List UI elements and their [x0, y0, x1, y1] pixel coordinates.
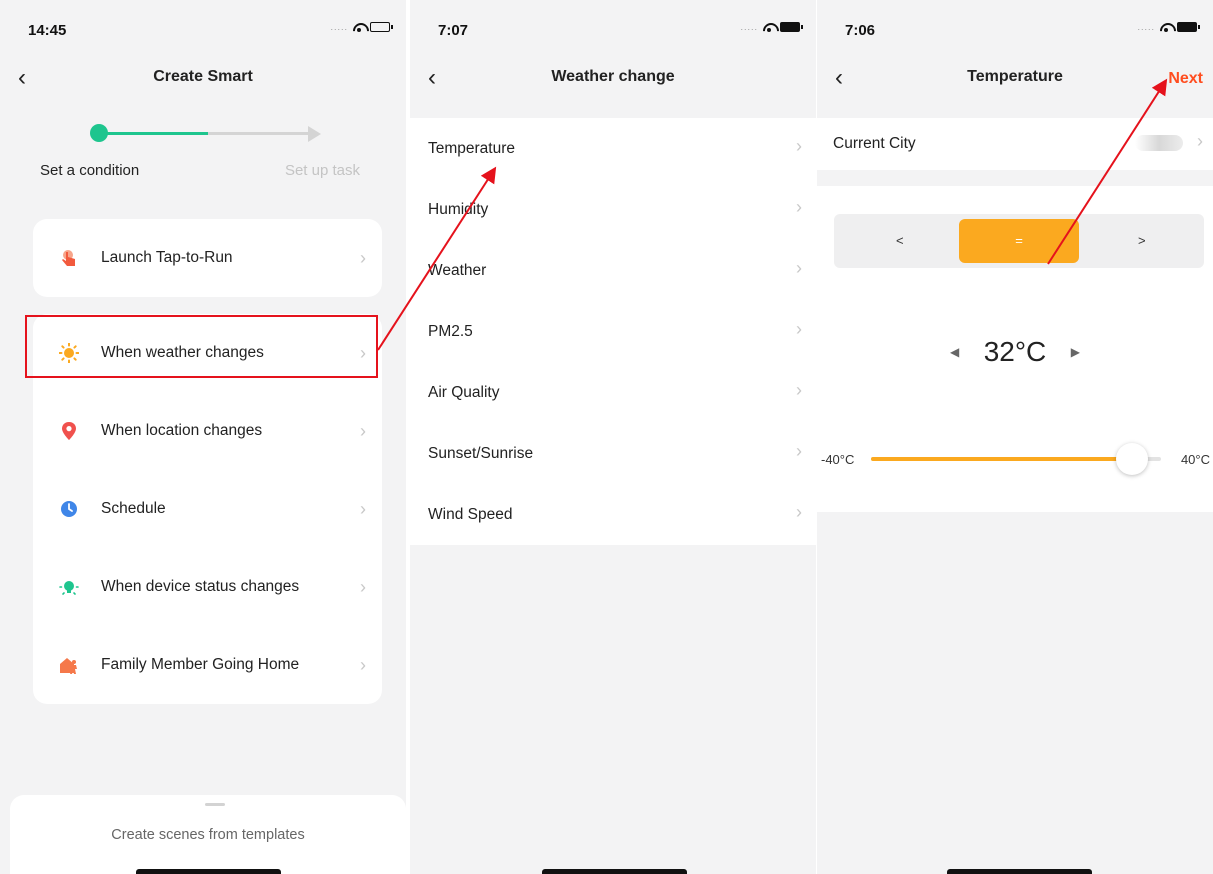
templates-label: Create scenes from templates [111, 827, 305, 843]
home-indicator [542, 869, 687, 874]
chevron-right-icon: › [796, 441, 802, 461]
page-title: Temperature [967, 68, 1063, 85]
chevron-right-icon: › [796, 136, 802, 156]
list-item-humidity[interactable]: Humidity › [410, 179, 816, 240]
list-item-wind-speed[interactable]: Wind Speed › [410, 484, 816, 545]
weather-change-screen: 7:07 ..... ‹ Weather change Temperature … [410, 0, 816, 874]
slider-max-label: 40°C [1180, 452, 1210, 467]
page-title: Create Smart [153, 68, 253, 85]
chevron-right-icon: › [360, 420, 366, 441]
page-title: Weather change [551, 68, 675, 85]
list-item-label: Temperature [428, 140, 516, 157]
status-time: 7:07 [438, 22, 469, 39]
status-bar: 7:07 ..... [410, 0, 816, 60]
step-label-condition: Set a condition [40, 162, 140, 179]
tap-to-run-card: Launch Tap-to-Run › [33, 219, 382, 297]
launch-tap-to-run-item[interactable]: Launch Tap-to-Run › [33, 219, 382, 297]
nav-bar: ‹ Weather change [410, 58, 816, 100]
chevron-right-icon: › [360, 654, 366, 675]
clock-icon [61, 501, 77, 517]
temperature-screen: 7:06 ..... ‹ Temperature Next Current Ci… [817, 0, 1213, 874]
current-city-row[interactable]: Current City › [817, 118, 1213, 170]
battery-icon [370, 22, 393, 32]
decrease-arrow-icon[interactable]: ◀ [950, 345, 959, 359]
status-bar: 14:45 ..... [0, 0, 406, 60]
wifi-icon [763, 23, 775, 32]
create-smart-screen: 14:45 ..... ‹ Create Smart Set a conditi… [0, 0, 406, 874]
nav-bar: ‹ Create Smart [0, 58, 406, 100]
stepper: Set a condition Set up task [28, 118, 368, 188]
nav-bar: ‹ Temperature Next [817, 58, 1213, 100]
condition-location[interactable]: When location changes › [33, 392, 382, 470]
temperature-picker: ◀ 32°C ▶ [817, 336, 1213, 368]
weather-condition-list: Temperature › Humidity › Weather › PM2.5… [410, 118, 816, 545]
device-bulb-icon [59, 581, 79, 595]
step-label-task: Set up task [284, 162, 360, 179]
temperature-panel: < = > ◀ 32°C ▶ -40°C 40°C [817, 186, 1213, 512]
chevron-right-icon: › [796, 197, 802, 217]
home-indicator [136, 869, 281, 874]
home-indicator [947, 869, 1092, 874]
hand-tap-icon [62, 250, 75, 266]
battery-icon [1177, 22, 1200, 32]
list-item-label: Air Quality [428, 384, 500, 401]
location-pin-icon [62, 422, 76, 440]
list-item-label: Family Member Going Home [101, 656, 300, 673]
condition-schedule[interactable]: Schedule › [33, 470, 382, 548]
status-bar: 7:06 ..... [817, 0, 1213, 60]
list-item-label: Wind Speed [428, 506, 513, 523]
chevron-right-icon: › [796, 258, 802, 278]
list-item-label: When device status changes [101, 578, 300, 595]
status-time: 14:45 [28, 22, 67, 39]
list-item-label: When location changes [101, 422, 263, 439]
list-item-air-quality[interactable]: Air Quality › [410, 362, 816, 423]
list-item-sunset-sunrise[interactable]: Sunset/Sunrise › [410, 423, 816, 484]
city-value-blurred [1135, 135, 1183, 151]
operator-segmented-control: < = > [834, 214, 1204, 268]
condition-device-status[interactable]: When device status changes › [33, 548, 382, 626]
chevron-right-icon: › [796, 319, 802, 339]
templates-sheet[interactable]: Create scenes from templates [10, 795, 406, 874]
slider-min-label: -40°C [821, 452, 855, 467]
list-item-label: Weather [428, 262, 487, 279]
list-item-label: Humidity [428, 201, 489, 218]
list-item-temperature[interactable]: Temperature › [410, 118, 816, 179]
temperature-slider-knob[interactable] [1116, 443, 1148, 475]
list-item-label: Sunset/Sunrise [428, 445, 534, 462]
increase-arrow-icon[interactable]: ▶ [1071, 345, 1080, 359]
operator-equals[interactable]: = [959, 219, 1079, 263]
operator-less-than[interactable]: < [896, 233, 904, 248]
chevron-right-icon: › [360, 247, 366, 268]
battery-icon [780, 22, 803, 32]
wifi-icon [353, 23, 365, 32]
status-time: 7:06 [845, 22, 876, 39]
chevron-right-icon: › [796, 502, 802, 522]
signal-icon: ..... [1137, 22, 1155, 32]
chevron-right-icon: › [360, 576, 366, 597]
chevron-right-icon: › [796, 380, 802, 400]
chevron-right-icon: › [360, 498, 366, 519]
list-item-weather[interactable]: Weather › [410, 240, 816, 301]
person-home-icon [60, 658, 77, 674]
next-button[interactable]: Next [1168, 70, 1203, 88]
list-item-label: Launch Tap-to-Run [101, 249, 233, 266]
signal-icon: ..... [740, 22, 758, 32]
signal-icon: ..... [330, 22, 348, 32]
step-arrow-icon [308, 126, 321, 142]
chevron-right-icon: › [1197, 131, 1203, 151]
condition-family-home[interactable]: Family Member Going Home › [33, 626, 382, 704]
list-item-label: Schedule [101, 500, 166, 517]
current-city-label: Current City [833, 135, 916, 152]
highlight-box [25, 315, 378, 378]
operator-greater-than[interactable]: > [1138, 233, 1146, 248]
list-item-pm25[interactable]: PM2.5 › [410, 301, 816, 362]
sheet-grabber[interactable] [205, 803, 225, 806]
temperature-slider-fill [871, 457, 1132, 461]
list-item-label: PM2.5 [428, 323, 473, 340]
wifi-icon [1160, 23, 1172, 32]
temperature-value: 32°C [983, 336, 1047, 367]
